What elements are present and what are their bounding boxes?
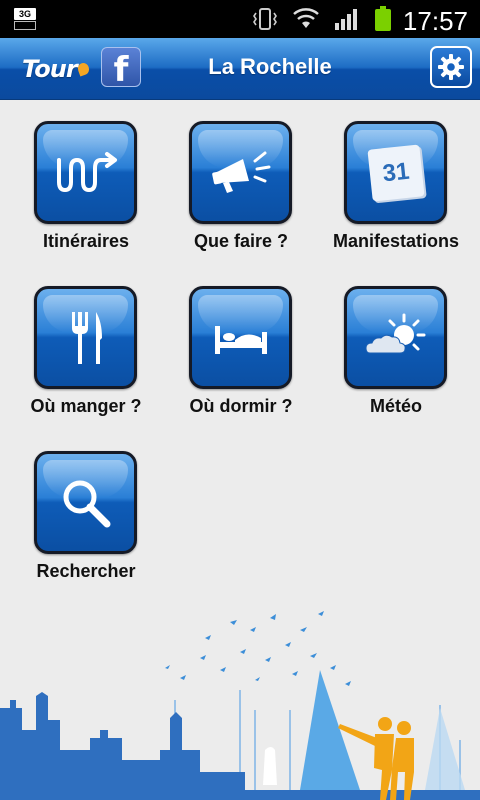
menu-item-label: Manifestations [332, 231, 460, 251]
wifi-icon [293, 8, 319, 28]
route-icon [56, 151, 117, 192]
status-icons [252, 6, 392, 31]
logo-text: Tour [22, 55, 78, 83]
tour-logo[interactable]: Tour [22, 52, 91, 86]
notification-area: 3G [14, 8, 40, 30]
app-bar: Tour f La Rochelle [0, 38, 480, 100]
network-type-badge: 3G [14, 8, 36, 20]
itineraires-button[interactable] [34, 121, 137, 224]
bed-icon [214, 325, 267, 354]
que-faire-button[interactable] [189, 121, 292, 224]
signal-icon [335, 9, 357, 30]
page-title: La Rochelle [208, 54, 332, 79]
weather-icon [364, 313, 425, 353]
facebook-icon: f [113, 50, 129, 87]
clock: 17:57 [402, 6, 468, 36]
la-rochelle-skyline-illustration [0, 611, 480, 800]
ou-dormir-button[interactable] [189, 286, 292, 389]
towers [0, 692, 245, 800]
vibrate-icon [253, 8, 277, 30]
gear-icon [438, 54, 464, 80]
manifestations-button[interactable]: 31 [344, 121, 447, 224]
ou-manger-button[interactable] [34, 286, 137, 389]
logo-accent [75, 61, 91, 77]
statue [263, 747, 277, 785]
calendar-icon: 31 [366, 143, 425, 202]
battery-icon [375, 6, 391, 31]
fork-knife-icon [71, 311, 102, 364]
calendar-day: 31 [380, 157, 411, 187]
rechercher-button[interactable] [34, 451, 137, 554]
settings-button[interactable] [430, 46, 472, 88]
image-notification-icon [14, 21, 36, 30]
search-icon [63, 480, 110, 527]
birds [165, 611, 351, 686]
status-bar: 3G 17:57 [0, 0, 480, 38]
meteo-button[interactable] [344, 286, 447, 389]
megaphone-icon [211, 151, 270, 193]
menu-item-label: Rechercher [36, 561, 136, 581]
facebook-button[interactable]: f [101, 47, 141, 87]
menu-item-label: Météo [369, 396, 422, 416]
